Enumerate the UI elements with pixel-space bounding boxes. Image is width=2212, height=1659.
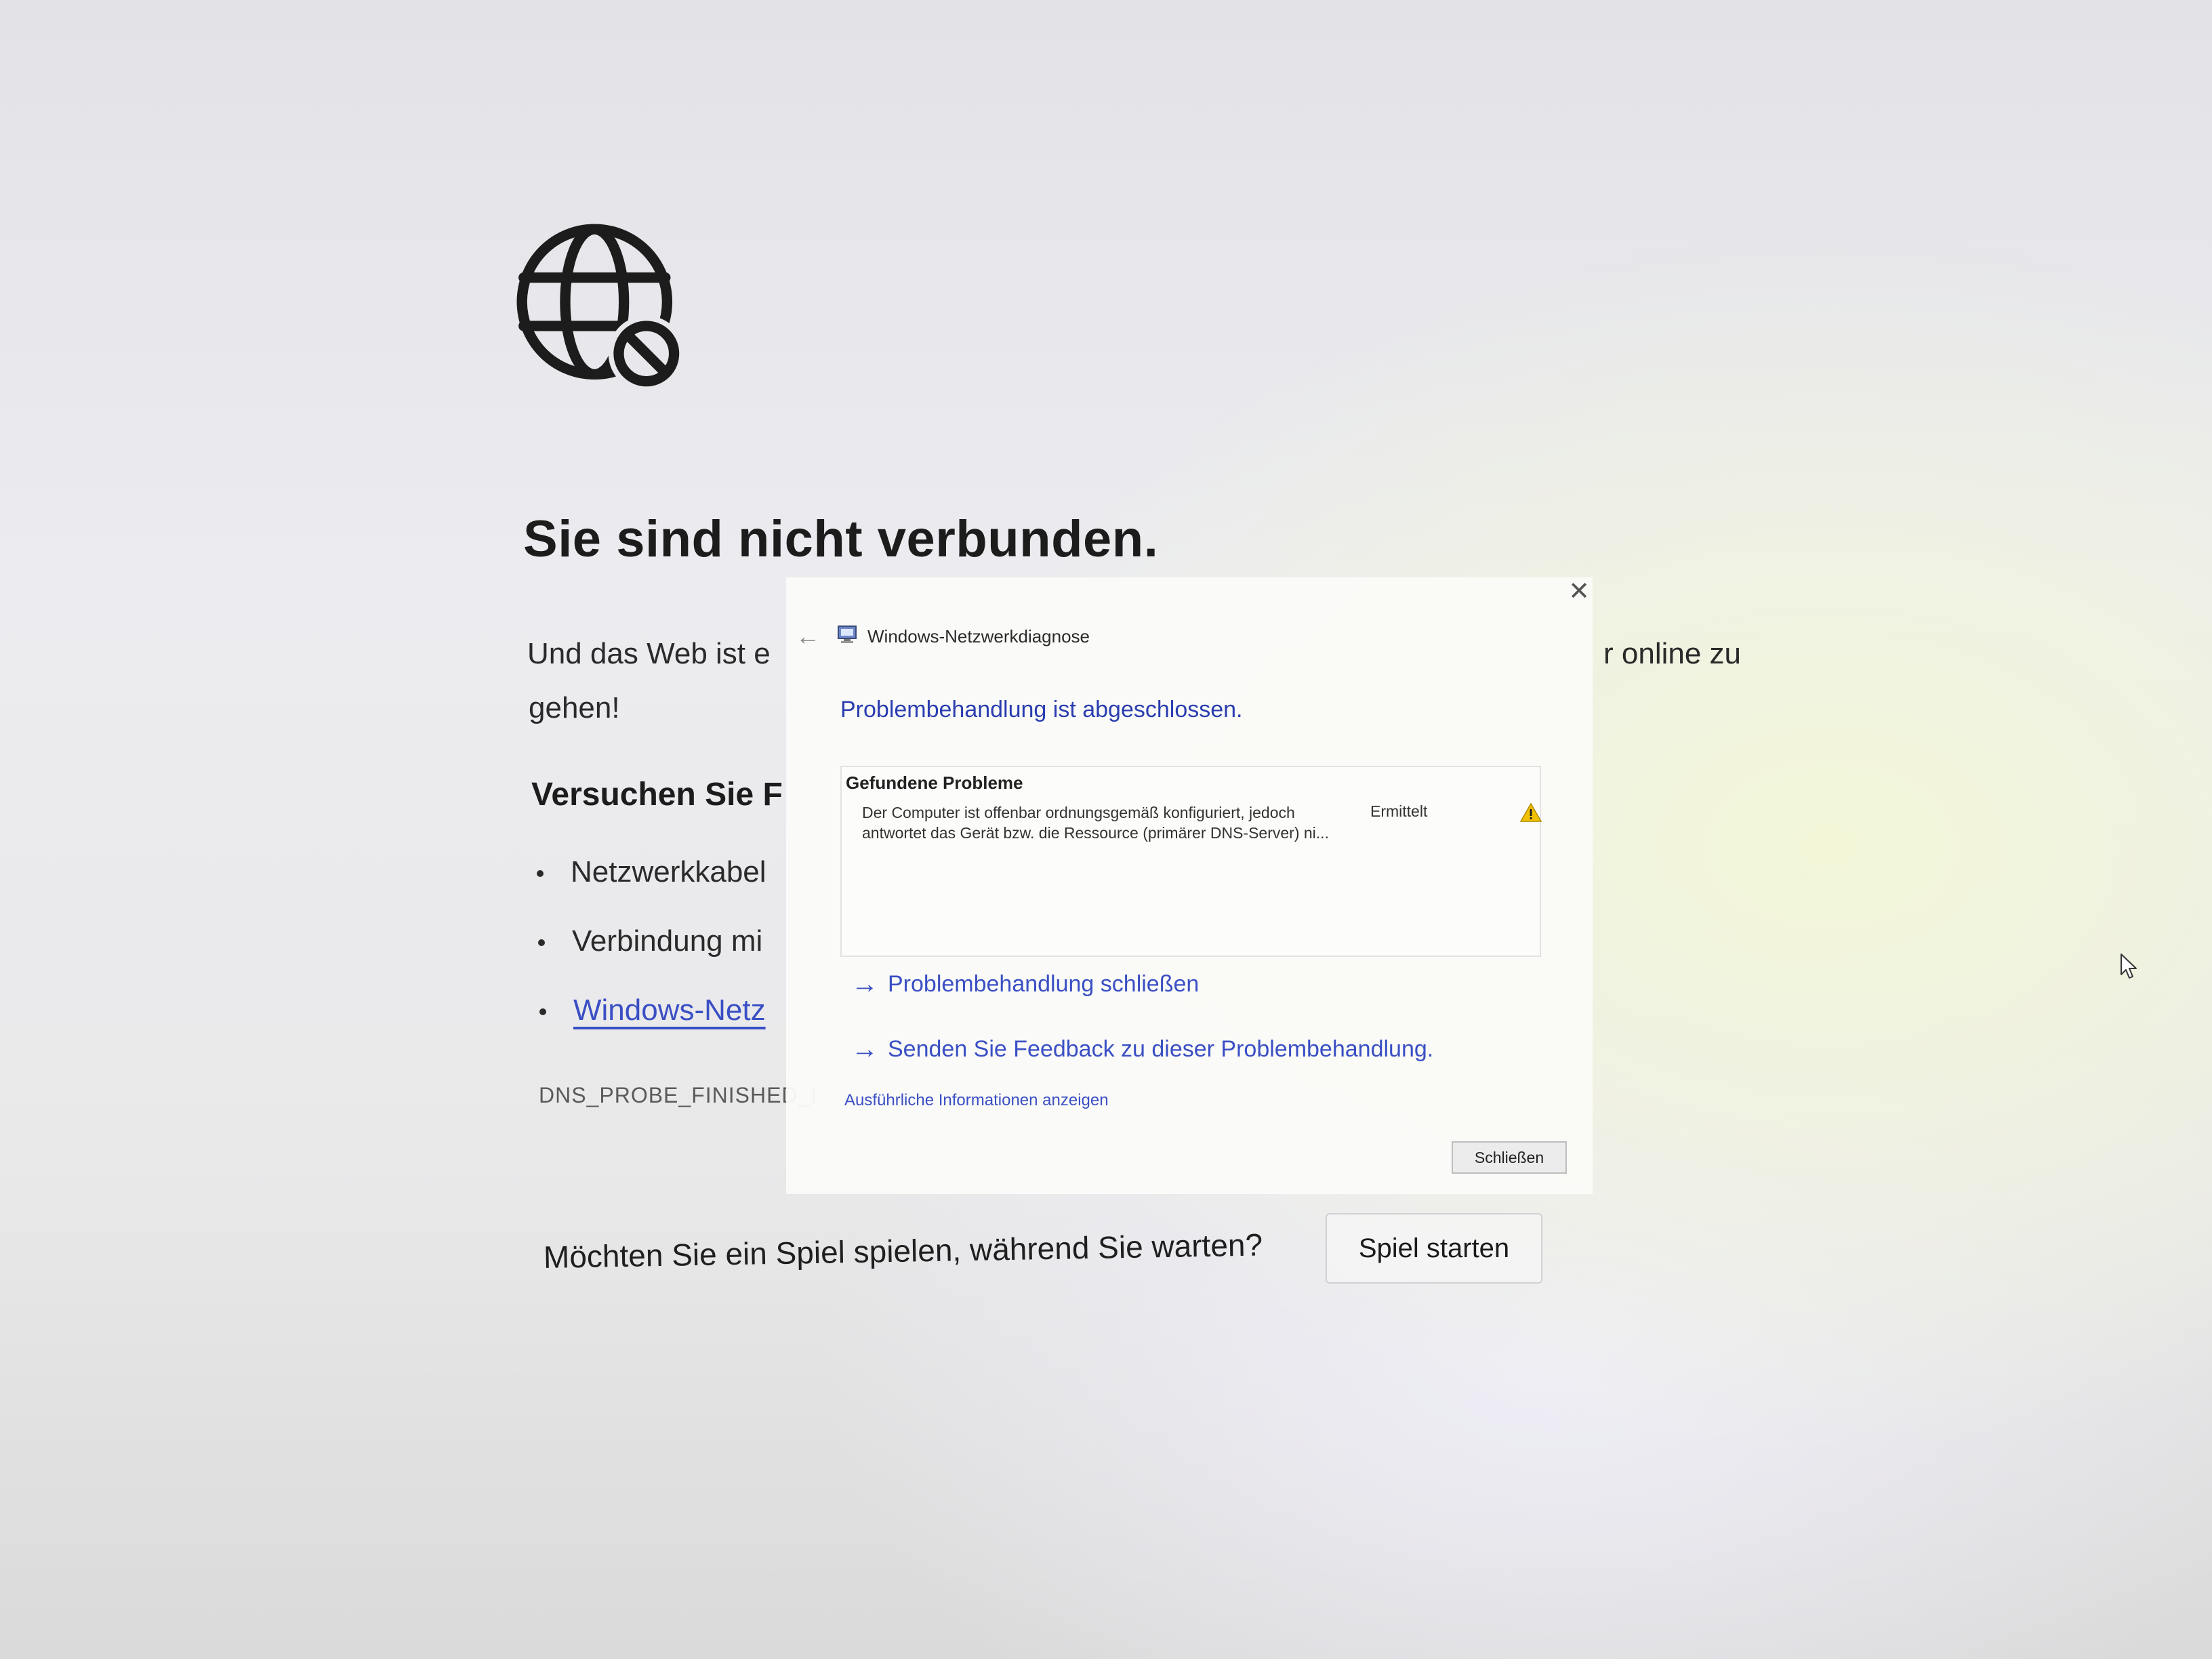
found-problems-heading: Gefundene Probleme [846,773,1023,793]
dialog-title: Windows-Netzwerkdiagnose [867,626,1090,647]
arrow-right-icon: → [851,969,878,999]
send-feedback-label: Senden Sie Feedback zu dieser Problembeh… [888,1036,1434,1062]
suggestion-item-network-diagnostics: Windows-Netz [539,994,766,1027]
suggestions-heading: Versuchen Sie F [531,777,783,813]
bullet-dot [539,1008,546,1016]
start-game-button[interactable]: Spiel starten [1326,1213,1542,1284]
description-text-line1-tail: r online zu [1603,637,1742,670]
error-code: DNS_PROBE_FINISHED_I [539,1083,818,1107]
description-text-line2: gehen! [529,691,620,724]
network-diagnostics-icon [838,626,857,643]
mouse-cursor [2121,954,2137,979]
bullet-dot [538,939,545,947]
send-feedback-link[interactable]: → Senden Sie Feedback zu dieser Problemb… [851,1034,1433,1065]
close-icon[interactable]: ✕ [1565,577,1593,606]
problem-description[interactable]: Der Computer ist offenbar ordnungsgemäß … [862,802,1350,843]
game-prompt-text: Möchten Sie ein Spiel spielen, während S… [543,1227,1263,1275]
suggestion-item-cable: Netzwerkkabel [537,855,766,889]
found-problems-panel: Gefundene Probleme Der Computer ist offe… [840,766,1542,957]
suggestion-text: Verbindung mi [572,924,763,958]
warning-icon [1519,802,1542,822]
close-troubleshooter-label: Problembehandlung schließen [888,971,1200,997]
back-arrow-icon[interactable]: ← [796,622,820,651]
suggestion-item-connection: Verbindung mi [538,924,762,958]
network-diagnostics-dialog: ✕ ← Windows-Netzwerkdiagnose Problembeha… [786,577,1593,1194]
suggestion-text: Netzwerkkabel [571,855,766,888]
close-troubleshooter-link[interactable]: → Problembehandlung schließen [851,969,1199,1000]
bullet-dot [537,870,544,878]
page-title: Sie sind nicht verbunden. [523,510,1159,568]
close-button[interactable]: Schließen [1452,1141,1567,1174]
troubleshoot-status: Problembehandlung ist abgeschlossen. [840,697,1243,722]
arrow-right-icon: → [851,1034,878,1064]
description-text-line1: Und das Web ist e [527,637,771,670]
globe-blocked-icon [516,224,684,392]
problem-status: Ermittelt [1370,802,1428,820]
show-details-link[interactable]: Ausführliche Informationen anzeigen [844,1091,1109,1110]
network-diagnostics-link[interactable]: Windows-Netz [573,994,766,1027]
